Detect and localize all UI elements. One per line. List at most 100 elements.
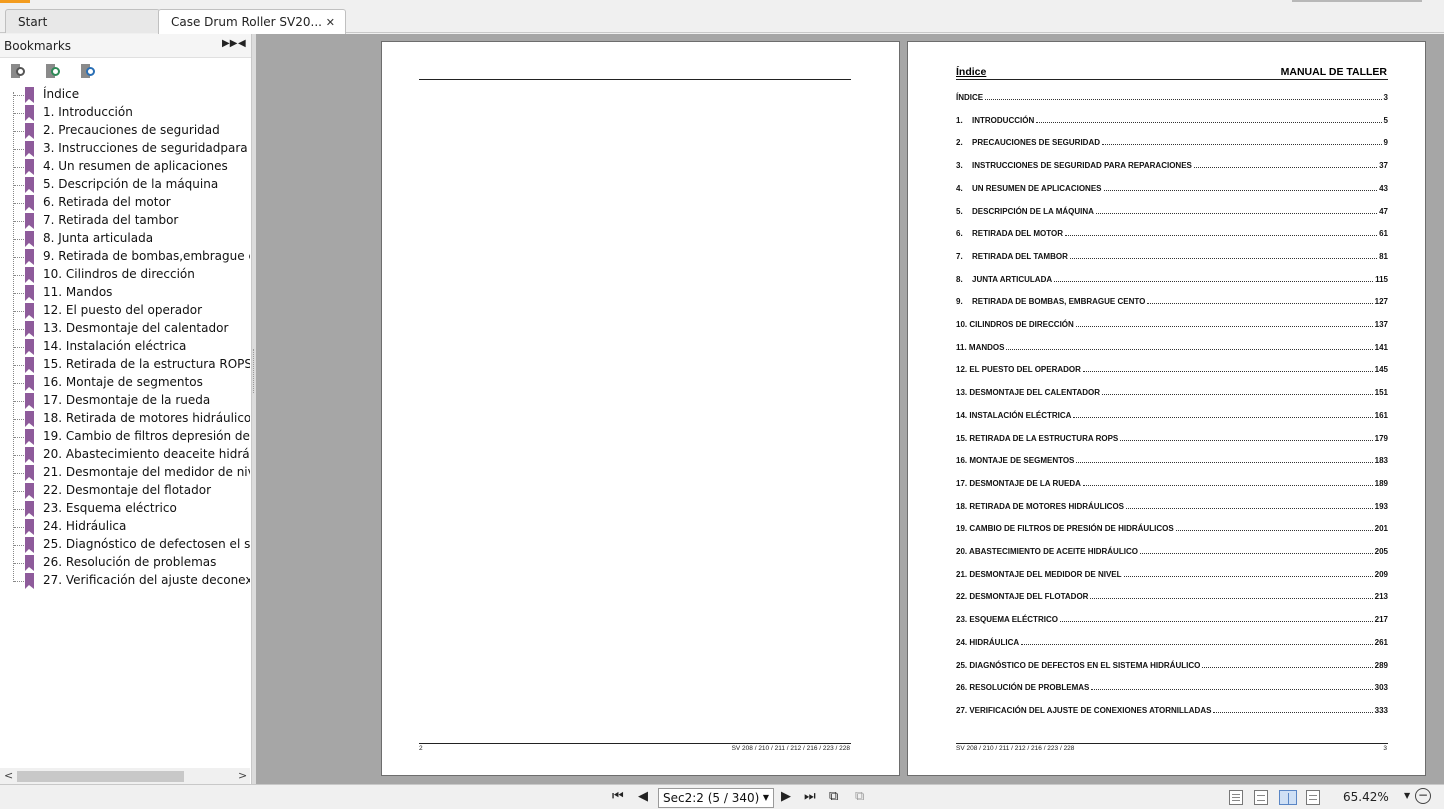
bookmark-item[interactable]: 5. Descripción de la máquina	[0, 176, 250, 194]
add-bookmark-icon[interactable]	[45, 64, 61, 80]
toc-entry[interactable]: 7. RETIRADA DEL TAMBOR 81	[956, 252, 1388, 264]
facing-pages-icon[interactable]	[1279, 790, 1297, 805]
bookmark-item[interactable]: 21. Desmontaje del medidor de nivel	[0, 464, 250, 482]
toc-entry[interactable]: 26. RESOLUCIÓN DE PROBLEMAS 303	[956, 683, 1388, 695]
page-left[interactable]: 2 SV 208 / 210 / 211 / 212 / 216 / 223 /…	[381, 41, 900, 776]
scroll-thumb[interactable]	[17, 771, 184, 782]
bookmark-item[interactable]: 15. Retirada de la estructura ROPS	[0, 356, 250, 374]
bookmark-item[interactable]: 3. Instrucciones de seguridadpara rep	[0, 140, 250, 158]
toc-entry[interactable]: ÍNDICE 3	[956, 93, 1388, 105]
toc-entry[interactable]: 18. RETIRADA DE MOTORES HIDRÁULICOS 193	[956, 502, 1388, 514]
bookmark-item[interactable]: 18. Retirada de motores hidráulicos	[0, 410, 250, 428]
first-page-icon[interactable]: ⏮	[612, 789, 624, 804]
toc-entry[interactable]: 5. DESCRIPCIÓN DE LA MÁQUINA 47	[956, 207, 1388, 219]
toc-entry[interactable]: 4. UN RESUMEN DE APLICACIONES 43	[956, 184, 1388, 196]
bookmark-item[interactable]: 12. El puesto del operador	[0, 302, 250, 320]
tree-connector	[14, 473, 24, 474]
toc-entry[interactable]: 19. CAMBIO DE FILTROS DE PRESIÓN DE HIDR…	[956, 524, 1388, 536]
panel-expand-icon[interactable]: ▶▶	[222, 38, 237, 49]
toc-page: 137	[1374, 320, 1388, 329]
toc-title: DESCRIPCIÓN DE LA MÁQUINA	[972, 206, 1094, 216]
toc-entry[interactable]: 2. PRECAUCIONES DE SEGURIDAD 9	[956, 138, 1388, 150]
toc-entry[interactable]: 14. INSTALACIÓN ELÉCTRICA 161	[956, 411, 1388, 423]
bookmark-icon	[25, 105, 34, 121]
bookmark-item[interactable]: 19. Cambio de filtros depresión de hid	[0, 428, 250, 446]
document-viewer[interactable]: 2 SV 208 / 210 / 211 / 212 / 216 / 223 /…	[256, 34, 1444, 784]
toc-entry[interactable]: 21. DESMONTAJE DEL MEDIDOR DE NIVEL 209	[956, 570, 1388, 582]
bookmark-item[interactable]: 13. Desmontaje del calentador	[0, 320, 250, 338]
bookmark-label: 24. Hidráulica	[43, 519, 127, 533]
bookmark-item[interactable]: 24. Hidráulica	[0, 518, 250, 536]
continuous-page-icon[interactable]	[1254, 790, 1268, 805]
bookmark-item[interactable]: 26. Resolución de problemas	[0, 554, 250, 572]
bookmark-item[interactable]: 6. Retirada del motor	[0, 194, 250, 212]
bookmark-item[interactable]: 25. Diagnóstico de defectosen el siste	[0, 536, 250, 554]
bookmark-item[interactable]: Índice	[0, 86, 250, 104]
zoom-level[interactable]: 65.42%	[1343, 790, 1389, 804]
toc-entry[interactable]: 20. ABASTECIMIENTO DE ACEITE HIDRÁULICO 2…	[956, 547, 1388, 559]
toc-entry[interactable]: 6. RETIRADA DEL MOTOR 61	[956, 229, 1388, 241]
next-page-icon[interactable]: ▶	[781, 789, 791, 804]
bookmark-item[interactable]: 1. Introducción	[0, 104, 250, 122]
toc-entry[interactable]: 15. RETIRADA DE LA ESTRUCTURA ROPS 179	[956, 434, 1388, 446]
page-right[interactable]: Índice MANUAL DE TALLER ÍNDICE 3 1. INTRODU…	[907, 41, 1426, 776]
bookmark-item[interactable]: 7. Retirada del tambor	[0, 212, 250, 230]
bookmark-icon	[25, 213, 34, 229]
bookmark-item[interactable]: 10. Cilindros de dirección	[0, 266, 250, 284]
toc-entry[interactable]: 22. DESMONTAJE DEL FLOTADOR 213	[956, 592, 1388, 604]
bookmark-item[interactable]: 23. Esquema eléctrico	[0, 500, 250, 518]
continuous-facing-icon[interactable]	[1306, 790, 1320, 805]
zoom-out-icon[interactable]: −	[1415, 788, 1431, 804]
bookmark-item[interactable]: 8. Junta articulada	[0, 230, 250, 248]
bookmark-item[interactable]: 16. Montaje de segmentos	[0, 374, 250, 392]
toc-entry[interactable]: 16. MONTAJE DE SEGMENTOS 183	[956, 456, 1388, 468]
toc-entry[interactable]: 23. ESQUEMA ELÉCTRICO 217	[956, 615, 1388, 627]
scroll-left-icon[interactable]: <	[4, 769, 13, 782]
panel-collapse-icon[interactable]: ◀	[238, 38, 246, 49]
bookmark-item[interactable]: 27. Verificación del ajuste deconexion	[0, 572, 250, 590]
bookmark-item[interactable]: 22. Desmontaje del flotador	[0, 482, 250, 500]
toc-entry[interactable]: 24. HIDRÁULICA 261	[956, 638, 1388, 650]
next-view-icon[interactable]: ⧉	[855, 789, 864, 804]
horizontal-scrollbar[interactable]: < >	[0, 768, 250, 784]
toc-entry[interactable]: 11. MANDOS 141	[956, 343, 1388, 355]
last-page-icon[interactable]: ⏭	[804, 789, 816, 804]
close-icon[interactable]: ✕	[326, 16, 335, 29]
toc-entry[interactable]: 8. JUNTA ARTICULADA 115	[956, 275, 1388, 287]
single-page-icon[interactable]	[1229, 790, 1243, 805]
toc-title: 27. VERIFICACIÓN DEL AJUSTE DE CONEXIONE…	[956, 705, 1212, 715]
toc-leader	[1064, 229, 1378, 237]
toc-entry[interactable]: 3. INSTRUCCIONES DE SEGURIDAD PARA REPARA…	[956, 161, 1388, 173]
find-bookmark-icon[interactable]	[80, 64, 96, 80]
bookmark-item[interactable]: 11. Mandos	[0, 284, 250, 302]
tab-document[interactable]: Case Drum Roller SV20... ✕	[158, 9, 346, 34]
bookmark-item[interactable]: 17. Desmontaje de la rueda	[0, 392, 250, 410]
toc-entry[interactable]: 17. DESMONTAJE DE LA RUEDA 189	[956, 479, 1388, 491]
chevron-down-icon[interactable]: ▼	[1404, 791, 1410, 800]
toc-entry[interactable]: 25. DIAGNÓSTICO DE DEFECTOS EN EL SISTEM…	[956, 661, 1388, 673]
toc-entry[interactable]: 10. CILINDROS DE DIRECCIÓN 137	[956, 320, 1388, 332]
page-selector[interactable]: Sec2:2 (5 / 340) ▼	[658, 788, 774, 808]
toc-entry[interactable]: 13. DESMONTAJE DEL CALENTADOR 151	[956, 388, 1388, 400]
toc-entry[interactable]: 27. VERIFICACIÓN DEL AJUSTE DE CONEXIONE…	[956, 706, 1388, 718]
bookmark-item[interactable]: 4. Un resumen de aplicaciones	[0, 158, 250, 176]
toc-entry[interactable]: 12. EL PUESTO DEL OPERADOR 145	[956, 365, 1388, 377]
scroll-right-icon[interactable]: >	[238, 769, 247, 782]
previous-view-icon[interactable]: ⧉	[829, 789, 838, 804]
toc-entry[interactable]: 9. RETIRADA DE BOMBAS, EMBRAGUE CENTO 127	[956, 297, 1388, 309]
toc-number: 8.	[956, 274, 963, 284]
toc-entry[interactable]: 1. INTRODUCCIÓN 5	[956, 116, 1388, 128]
prev-page-icon[interactable]: ◀	[638, 789, 648, 804]
tab-label: Case Drum Roller SV20...	[171, 15, 322, 29]
expand-all-icon[interactable]	[10, 64, 26, 80]
bookmark-item[interactable]: 2. Precauciones de seguridad	[0, 122, 250, 140]
bookmark-item[interactable]: 9. Retirada de bombas,embrague cent	[0, 248, 250, 266]
toc-title: 23. ESQUEMA ELÉCTRICO	[956, 615, 1058, 625]
bookmark-item[interactable]: 20. Abastecimiento deaceite hidráulico	[0, 446, 250, 464]
tab-start[interactable]: Start	[5, 9, 160, 33]
tree-connector	[14, 113, 24, 114]
bookmark-label: 6. Retirada del motor	[43, 195, 171, 209]
toc-title: INSTRUCCIONES DE SEGURIDAD PARA REPARACI…	[972, 161, 1192, 171]
bookmark-item[interactable]: 14. Instalación eléctrica	[0, 338, 250, 356]
bookmark-icon	[25, 411, 34, 427]
